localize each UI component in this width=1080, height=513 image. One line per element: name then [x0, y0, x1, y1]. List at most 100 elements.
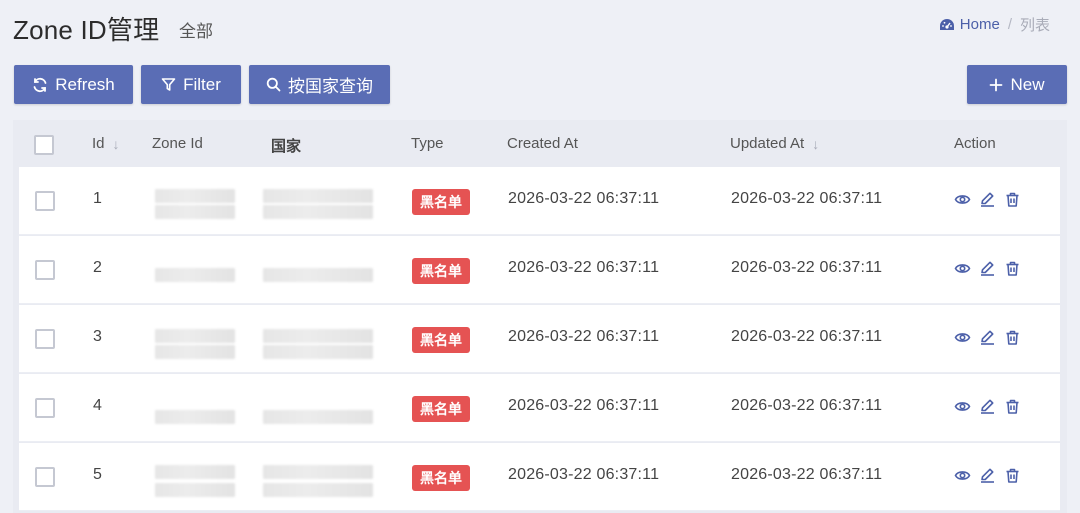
trash-icon[interactable] — [1004, 191, 1021, 208]
edit-icon[interactable] — [979, 260, 996, 277]
breadcrumb-home-label: Home — [959, 16, 1000, 33]
edit-icon[interactable] — [979, 191, 996, 208]
eye-icon[interactable] — [954, 398, 971, 415]
refresh-icon — [33, 77, 47, 92]
row-actions — [954, 260, 1021, 277]
page-subtitle: 全部 — [179, 22, 213, 41]
column-header-updated-at-label: Updated At — [730, 135, 805, 152]
filter-label: Filter — [183, 74, 221, 94]
page-title: Zone ID管理 — [13, 15, 160, 45]
refresh-button[interactable]: Refresh — [14, 65, 133, 104]
row-checkbox[interactable] — [35, 329, 55, 349]
type-badge: 黑名单 — [412, 189, 470, 215]
column-header-type: Type — [411, 135, 444, 152]
zone-id-redacted — [155, 189, 235, 203]
column-header-created-at-label: Created At — [507, 135, 578, 152]
row-id: 2 — [93, 259, 102, 276]
select-all-checkbox[interactable] — [34, 135, 54, 155]
row-actions — [954, 467, 1021, 484]
zone-id-redacted — [155, 205, 235, 219]
updated-at: 2026-03-22 06:37:11 — [731, 190, 883, 207]
row-actions — [954, 191, 1021, 208]
created-at: 2026-03-22 06:37:11 — [508, 466, 660, 483]
table-header: Id ↓ Zone Id 国家 Type Created At Updated … — [13, 120, 1067, 167]
row-checkbox[interactable] — [35, 191, 55, 211]
type-badge: 黑名单 — [412, 327, 470, 353]
table-row: 3 黑名单 2026-03-22 06:37:11 2026-03-22 06:… — [19, 305, 1060, 373]
table-row: 5 黑名单 2026-03-22 06:37:11 2026-03-22 06:… — [19, 443, 1060, 511]
column-header-updated-at[interactable]: Updated At ↓ — [730, 135, 819, 152]
eye-icon[interactable] — [954, 467, 971, 484]
dashboard-icon — [939, 18, 954, 30]
zone-id-table: Id ↓ Zone Id 国家 Type Created At Updated … — [13, 120, 1067, 513]
column-header-action: Action — [954, 135, 996, 152]
breadcrumb-home-link[interactable]: Home — [939, 16, 1000, 33]
country-redacted — [263, 189, 373, 203]
updated-at: 2026-03-22 06:37:11 — [731, 466, 883, 483]
country-redacted — [263, 465, 373, 479]
search-by-country-button[interactable]: 按国家查询 — [249, 65, 390, 104]
zone-id-redacted — [155, 345, 235, 359]
filter-icon — [161, 78, 176, 91]
zone-id-redacted — [155, 329, 235, 343]
row-checkbox[interactable] — [35, 260, 55, 280]
eye-icon[interactable] — [954, 260, 971, 277]
type-badge: 黑名单 — [412, 465, 470, 491]
row-checkbox[interactable] — [35, 398, 55, 418]
search-icon — [266, 77, 281, 92]
row-actions — [954, 329, 1021, 346]
refresh-label: Refresh — [55, 74, 115, 94]
row-id: 3 — [93, 328, 102, 345]
row-checkbox[interactable] — [35, 467, 55, 487]
zone-id-redacted — [155, 268, 235, 282]
breadcrumb-current: 列表 — [1019, 17, 1050, 34]
plus-icon — [990, 78, 1003, 91]
filter-button[interactable]: Filter — [141, 65, 241, 104]
country-redacted — [263, 329, 373, 343]
row-actions — [954, 398, 1021, 415]
column-header-id[interactable]: Id ↓ — [92, 135, 120, 152]
type-badge: 黑名单 — [412, 258, 470, 284]
row-id: 4 — [93, 397, 102, 414]
trash-icon[interactable] — [1004, 329, 1021, 346]
updated-at: 2026-03-22 06:37:11 — [731, 397, 883, 414]
sort-down-icon[interactable]: ↓ — [812, 136, 819, 152]
country-redacted — [263, 483, 373, 497]
trash-icon[interactable] — [1004, 398, 1021, 415]
new-label: New — [1010, 74, 1045, 94]
column-header-zone-id-label: Zone Id — [152, 135, 203, 152]
edit-icon[interactable] — [979, 467, 996, 484]
country-redacted — [263, 345, 373, 359]
edit-icon[interactable] — [979, 329, 996, 346]
column-header-type-label: Type — [411, 135, 444, 152]
table-row: 1 黑名单 2026-03-22 06:37:11 2026-03-22 06:… — [19, 167, 1060, 235]
table-row: 4 黑名单 2026-03-22 06:37:11 2026-03-22 06:… — [19, 374, 1060, 442]
country-redacted — [263, 268, 373, 282]
trash-icon[interactable] — [1004, 260, 1021, 277]
created-at: 2026-03-22 06:37:11 — [508, 259, 660, 276]
row-id: 5 — [93, 466, 102, 483]
column-header-created-at: Created At — [507, 135, 578, 152]
edit-icon[interactable] — [979, 398, 996, 415]
updated-at: 2026-03-22 06:37:11 — [731, 328, 883, 345]
eye-icon[interactable] — [954, 191, 971, 208]
column-header-action-label: Action — [954, 135, 996, 152]
sort-down-icon[interactable]: ↓ — [113, 136, 120, 152]
column-header-country-label: 国家 — [271, 138, 302, 155]
table-row: 2 黑名单 2026-03-22 06:37:11 2026-03-22 06:… — [19, 236, 1060, 304]
updated-at: 2026-03-22 06:37:11 — [731, 259, 883, 276]
country-redacted — [263, 205, 373, 219]
column-header-country: 国家 — [271, 135, 301, 156]
new-button[interactable]: New — [967, 65, 1067, 104]
trash-icon[interactable] — [1004, 467, 1021, 484]
zone-id-redacted — [155, 465, 235, 479]
country-redacted — [263, 410, 373, 424]
created-at: 2026-03-22 06:37:11 — [508, 397, 660, 414]
breadcrumb-separator: / — [1007, 16, 1012, 33]
created-at: 2026-03-22 06:37:11 — [508, 328, 660, 345]
created-at: 2026-03-22 06:37:11 — [508, 190, 660, 207]
zone-id-redacted — [155, 483, 235, 497]
column-header-zone-id: Zone Id — [152, 135, 203, 152]
eye-icon[interactable] — [954, 329, 971, 346]
column-header-id-label: Id — [92, 135, 105, 152]
